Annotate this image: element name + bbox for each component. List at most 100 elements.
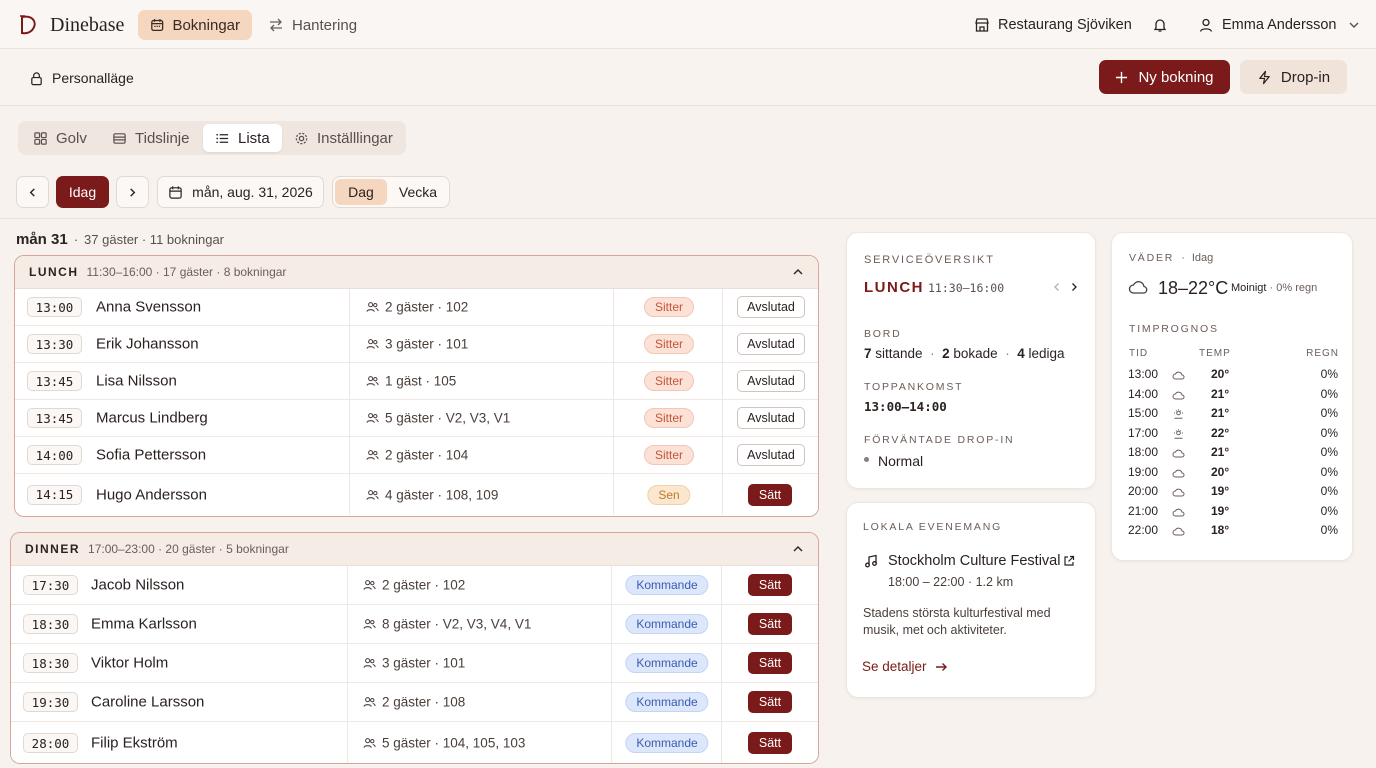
seat-button[interactable]: Sätt: [748, 732, 792, 754]
tab-settings[interactable]: Inställlingar: [282, 124, 405, 152]
group-header[interactable]: DINNER 17:00–23:00 · 20 gäster · 5 bokni…: [11, 533, 818, 566]
day-view-button[interactable]: Dag: [335, 179, 387, 205]
booking-row[interactable]: 18:30 Emma Karlsson 8 gäster · V2, V3, V4,…: [11, 605, 818, 644]
event-time: 18:00 – 22:00: [888, 575, 965, 589]
seat-button[interactable]: Sätt: [748, 613, 792, 635]
chevron-right-icon[interactable]: [1069, 282, 1079, 292]
party-info: 2 gäster · 102: [366, 300, 468, 315]
booked-count: 2: [942, 346, 950, 361]
cell-divider: [613, 289, 614, 325]
chevron-left-icon[interactable]: [1052, 282, 1062, 292]
booking-row[interactable]: 13:00 Anna Svensson 2 gäster · 102 Sitter Av…: [15, 289, 818, 326]
cell-divider: [721, 722, 722, 763]
free-count: 4: [1017, 346, 1025, 361]
drop-in-button[interactable]: Drop-in: [1240, 60, 1347, 94]
notifications-button[interactable]: [1152, 10, 1168, 40]
cloud-icon: [1172, 449, 1185, 458]
group-meta: 11:30–16:00 · 17 gäster · 8 bokningar: [86, 265, 287, 279]
event-name[interactable]: Stockholm Culture Festival: [888, 553, 1060, 569]
tab-label: Golv: [56, 129, 87, 147]
temperature-range: 18–22°C: [1158, 278, 1229, 298]
booking-row[interactable]: 28:00 Filip Ekström 5 gäster · 104, 105, 1…: [11, 722, 818, 763]
tab-floor[interactable]: Golv: [21, 124, 99, 152]
store-icon: [975, 18, 989, 32]
booking-row[interactable]: 17:30 Jacob Nilsson 2 gäster · 102 Kommande…: [11, 566, 818, 605]
booking-row[interactable]: 19:30 Caroline Larsson 2 gäster · 108 Komma…: [11, 683, 818, 722]
prev-day-button[interactable]: [16, 176, 49, 208]
calendar-icon: [169, 185, 182, 199]
date-picker[interactable]: mån, aug. 31, 2026: [157, 176, 324, 208]
gear-icon: [295, 132, 308, 144]
next-day-button[interactable]: [116, 176, 149, 208]
today-button[interactable]: Idag: [56, 176, 109, 208]
booking-row[interactable]: 13:45 Lisa Nilsson 1 gäst · 105 Sitter Avslu…: [15, 363, 818, 400]
new-booking-button[interactable]: Ny bokning: [1099, 60, 1230, 94]
divider: [0, 218, 1376, 219]
status-badge: Sen: [647, 484, 691, 505]
see-details-link[interactable]: Se detaljer: [862, 659, 948, 674]
see-details-label: Se detaljer: [862, 659, 927, 674]
day-summary-separator: ·: [73, 232, 79, 247]
seat-button[interactable]: Sätt: [748, 691, 792, 713]
booking-row[interactable]: 13:45 Marcus Lindberg 5 gäster · V2, V3, V…: [15, 400, 818, 437]
group-header[interactable]: LUNCH 11:30–16:00 · 17 gäster · 8 boknin…: [15, 256, 818, 289]
tab-timeline[interactable]: Tidslinje: [100, 124, 201, 152]
free-label: lediga: [1028, 346, 1065, 361]
chevron-up-icon[interactable]: [792, 266, 804, 278]
chevron-up-icon[interactable]: [792, 543, 804, 555]
cell-divider: [722, 474, 723, 515]
day-stats: 37 gäster · 11 bokningar: [84, 232, 225, 247]
forecast-temp: 20°: [1211, 464, 1230, 479]
service-group-lunch: LUNCH 11:30–16:00 · 17 gäster · 8 boknin…: [14, 255, 819, 517]
seat-button[interactable]: Sätt: [748, 574, 792, 596]
complete-button[interactable]: Avslutad: [737, 407, 805, 429]
chevron-down-icon: [1349, 22, 1359, 28]
separator-dot: ·: [1005, 346, 1010, 361]
rain-chance: · 0% regn: [1269, 282, 1318, 294]
guests-icon: [366, 339, 379, 349]
seat-button[interactable]: Sätt: [748, 483, 792, 506]
external-link-icon[interactable]: [1063, 555, 1075, 567]
party-info: 5 gäster · V2, V3, V1: [366, 411, 510, 426]
tab-label: Lista: [238, 129, 270, 147]
cell-divider: [722, 363, 723, 399]
forecast-time: 13:00: [1128, 367, 1159, 381]
complete-button[interactable]: Avslutad: [737, 296, 805, 318]
nav-tab-bookings[interactable]: Bokningar: [138, 10, 252, 40]
party-size-tables: 2 gäster · 108: [382, 694, 466, 710]
cell-divider: [347, 722, 348, 763]
booking-row[interactable]: 18:30 Viktor Holm 3 gäster · 101 Kommande Sä…: [11, 644, 818, 683]
tab-list[interactable]: Lista: [203, 124, 282, 152]
cloud-icon: [1172, 391, 1185, 399]
party-size-tables: 3 gäster · 101: [382, 655, 466, 671]
weather-condition: Moinigt · 0% regn: [1231, 282, 1317, 294]
cell-divider: [349, 474, 350, 515]
booking-row[interactable]: 13:30 Erik Johansson 3 gäster · 101 Sitter A…: [15, 326, 818, 363]
cell-divider: [349, 326, 350, 362]
view-tabs: Golv Tidslinje Lista Inställlingar: [18, 121, 406, 155]
booking-time: 28:00: [23, 733, 78, 753]
complete-button[interactable]: Avslutad: [737, 444, 805, 466]
booking-row[interactable]: 14:00 Sofia Pettersson 2 gäster · 104 Sitte…: [15, 437, 818, 474]
complete-button[interactable]: Avslutad: [737, 333, 805, 355]
forecast-row: 14:00 21° 0%: [1128, 384, 1338, 404]
group-name: DINNER: [25, 542, 81, 556]
party-info: 5 gäster · 104, 105, 103: [363, 736, 525, 751]
staff-mode-button[interactable]: Personalläge: [29, 70, 134, 86]
complete-button[interactable]: Avslutad: [737, 370, 805, 392]
nav-tab-management[interactable]: Hantering: [256, 10, 369, 40]
seat-button[interactable]: Sätt: [748, 652, 792, 674]
forecast-row: 22:00 18° 0%: [1128, 520, 1338, 540]
event-distance: 1.2 km: [975, 575, 1014, 589]
drop-in-label: FÖRVÄNTADE DROP-IN: [864, 434, 1015, 446]
booking-time: 14:15: [27, 484, 82, 505]
timeline-icon: [113, 132, 126, 144]
week-view-button[interactable]: Vecka: [390, 179, 446, 205]
day-label: Dag: [348, 184, 374, 200]
service-overview-card: SERVICEÖVERSIKT LUNCH 11:30–16:00 BORD 7…: [846, 232, 1096, 489]
separator-dot: ·: [1181, 252, 1185, 264]
user-menu[interactable]: Emma Andersson: [1198, 10, 1362, 40]
booking-row[interactable]: 14:15 Hugo Andersson 4 gäster · 108, 109 Se…: [15, 474, 818, 515]
party-size-tables: 4 gäster · 108, 109: [385, 487, 499, 502]
restaurant-selector[interactable]: Restaurang Sjöviken: [974, 10, 1132, 40]
